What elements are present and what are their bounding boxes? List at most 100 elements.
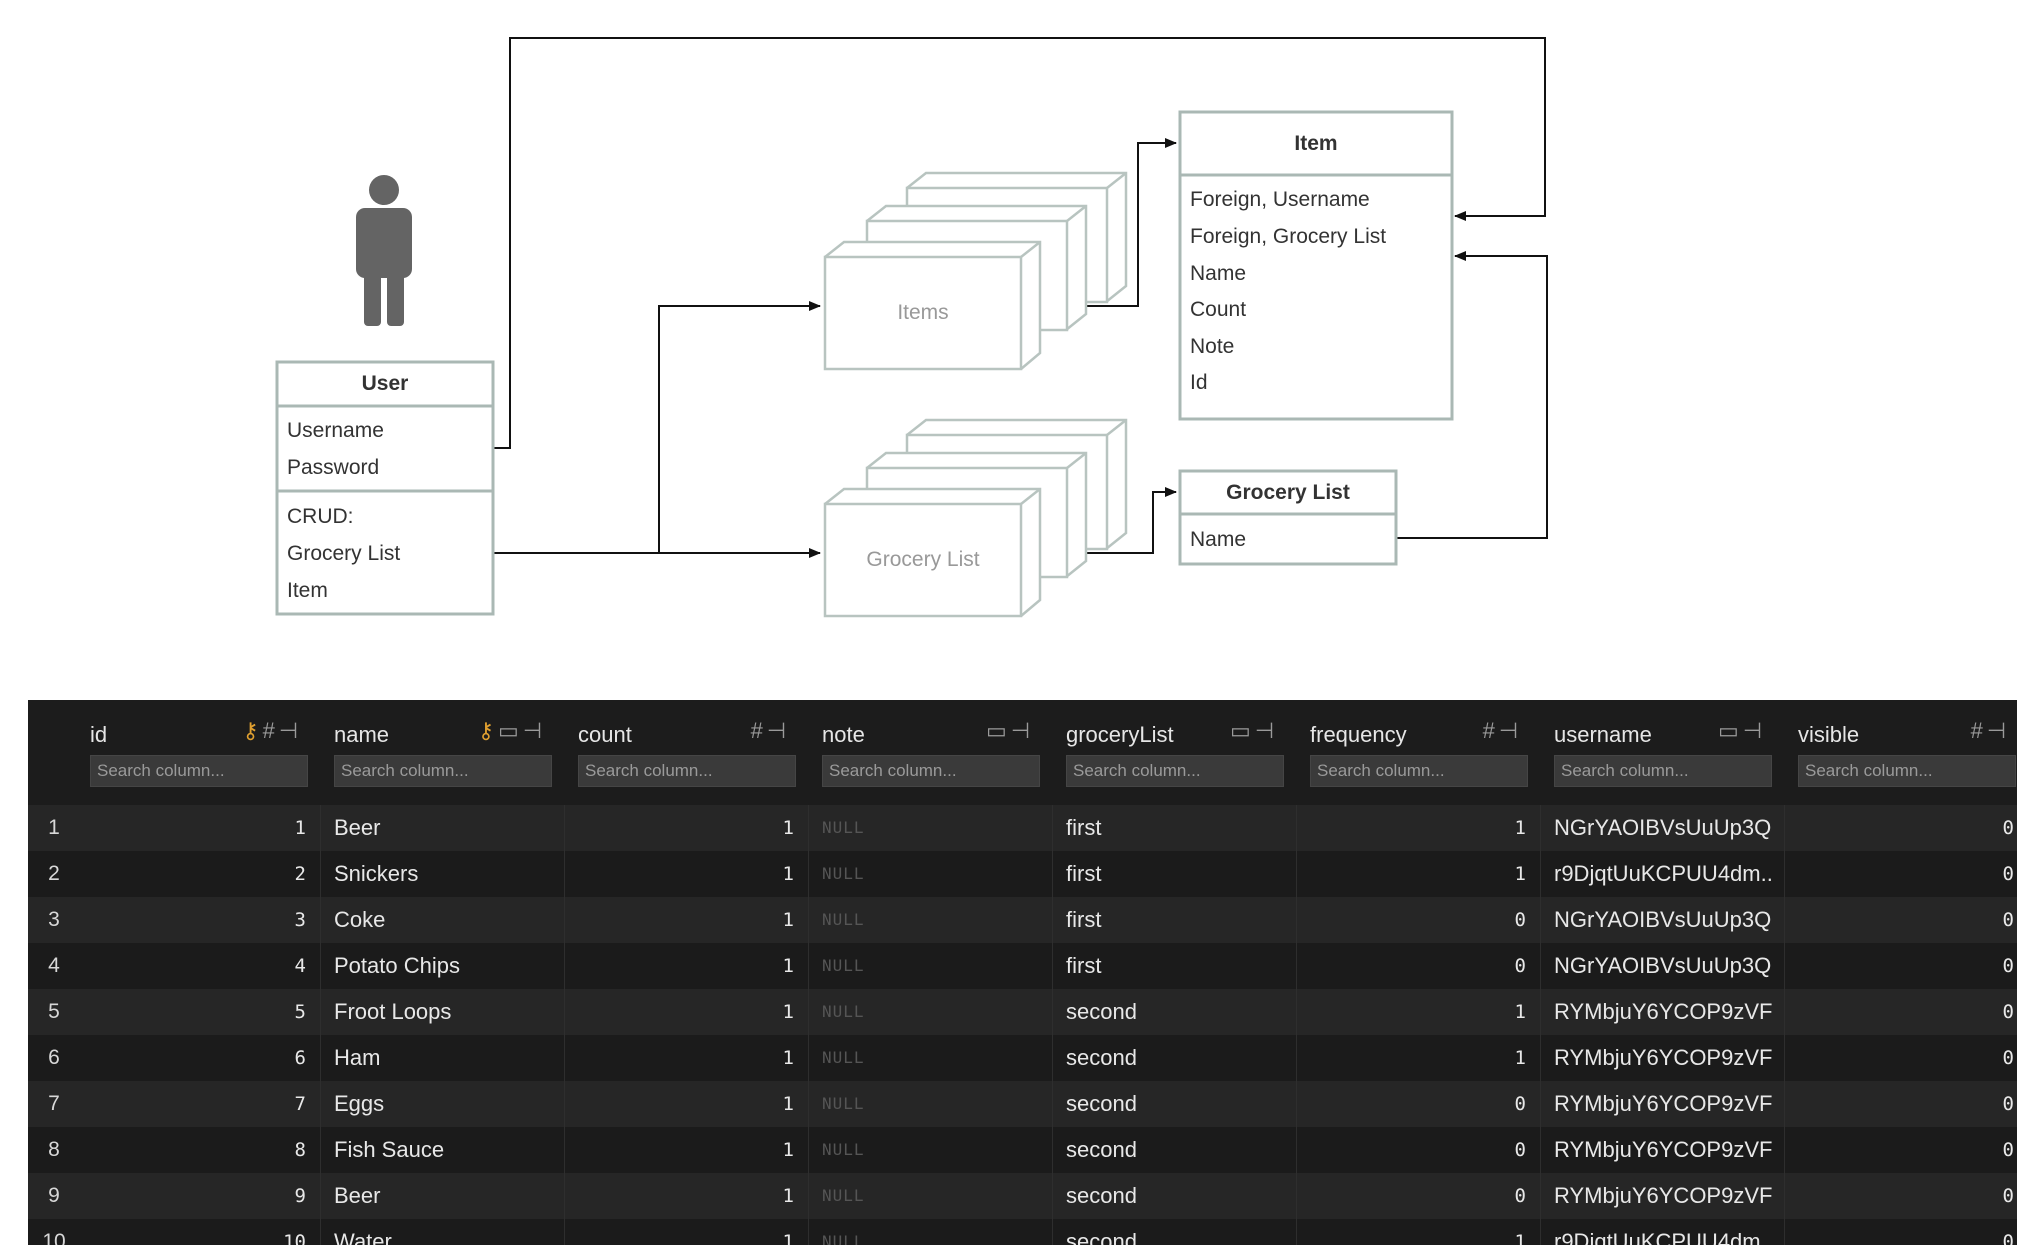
table-row[interactable]: 9 9 Beer 1 NULL second 0 RYMbjuY6YCOP9zVF... 0: [28, 1173, 2017, 1219]
column-divider[interactable]: [1296, 805, 1297, 1245]
column-header-note[interactable]: note ▭⊣: [822, 714, 1040, 750]
cell-frequency[interactable]: 1: [1310, 1219, 1526, 1245]
cell-count[interactable]: 1: [578, 851, 794, 897]
table-row[interactable]: 4 4 Potato Chips 1 NULL first 0 NGrYAOIBVsUuUp3…: [28, 943, 2017, 989]
cell-groceryList[interactable]: second: [1066, 1081, 1284, 1127]
cell-frequency[interactable]: 1: [1310, 989, 1526, 1035]
cell-name[interactable]: Eggs: [334, 1081, 552, 1127]
cell-count[interactable]: 1: [578, 1173, 794, 1219]
cell-visible[interactable]: 0: [1798, 897, 2014, 943]
cell-username[interactable]: NGrYAOIBVsUuUp3Q...: [1554, 897, 1772, 943]
search-column-input[interactable]: [822, 755, 1040, 787]
search-column-input[interactable]: [578, 755, 796, 787]
cell-frequency[interactable]: 1: [1310, 1035, 1526, 1081]
table-row[interactable]: 3 3 Coke 1 NULL first 0 NGrYAOIBVsUuUp3Q... 0: [28, 897, 2017, 943]
search-column-input[interactable]: [1798, 755, 2016, 787]
search-column-input[interactable]: [90, 755, 308, 787]
column-divider[interactable]: [320, 805, 321, 1245]
cell-visible[interactable]: 0: [1798, 1081, 2014, 1127]
pin-icon[interactable]: ⊣: [279, 718, 302, 743]
cell-username[interactable]: NGrYAOIBVsUuUp3Q...: [1554, 805, 1772, 851]
table-row[interactable]: 5 5 Froot Loops 1 NULL second 1 RYMbjuY6YCOP9zV…: [28, 989, 2017, 1035]
cell-note[interactable]: NULL: [822, 943, 1040, 989]
cell-count[interactable]: 1: [578, 1081, 794, 1127]
cell-groceryList[interactable]: second: [1066, 1035, 1284, 1081]
pin-icon[interactable]: ⊣: [1255, 718, 1278, 743]
cell-count[interactable]: 1: [578, 1127, 794, 1173]
cell-name[interactable]: Water: [334, 1219, 552, 1245]
cell-groceryList[interactable]: first: [1066, 851, 1284, 897]
cell-note[interactable]: NULL: [822, 897, 1040, 943]
cell-count[interactable]: 1: [578, 897, 794, 943]
cell-groceryList[interactable]: second: [1066, 1127, 1284, 1173]
cell-id[interactable]: 10: [90, 1219, 306, 1245]
cell-note[interactable]: NULL: [822, 805, 1040, 851]
cell-visible[interactable]: 0: [1798, 1219, 2014, 1245]
cell-username[interactable]: RYMbjuY6YCOP9zVF...: [1554, 1127, 1772, 1173]
search-column-input[interactable]: [1066, 755, 1284, 787]
cell-note[interactable]: NULL: [822, 989, 1040, 1035]
cell-name[interactable]: Fish Sauce: [334, 1127, 552, 1173]
cell-username[interactable]: RYMbjuY6YCOP9zVF...: [1554, 1081, 1772, 1127]
cell-count[interactable]: 1: [578, 989, 794, 1035]
cell-id[interactable]: 1: [90, 805, 306, 851]
cell-count[interactable]: 1: [578, 943, 794, 989]
column-header-id[interactable]: id ⚷#⊣: [90, 714, 308, 750]
cell-name[interactable]: Ham: [334, 1035, 552, 1081]
column-divider[interactable]: [1784, 805, 1785, 1245]
cell-name[interactable]: Froot Loops: [334, 989, 552, 1035]
cell-frequency[interactable]: 0: [1310, 897, 1526, 943]
cell-note[interactable]: NULL: [822, 1035, 1040, 1081]
cell-groceryList[interactable]: second: [1066, 1219, 1284, 1245]
cell-frequency[interactable]: 0: [1310, 943, 1526, 989]
table-row[interactable]: 2 2 Snickers 1 NULL first 1 r9DjqtUuKCPUU4dm...…: [28, 851, 2017, 897]
cell-id[interactable]: 5: [90, 989, 306, 1035]
cell-id[interactable]: 2: [90, 851, 306, 897]
cell-note[interactable]: NULL: [822, 1081, 1040, 1127]
cell-groceryList[interactable]: first: [1066, 805, 1284, 851]
cell-name[interactable]: Coke: [334, 897, 552, 943]
table-row[interactable]: 7 7 Eggs 1 NULL second 0 RYMbjuY6YCOP9zVF... 0: [28, 1081, 2017, 1127]
column-header-username[interactable]: username ▭⊣: [1554, 714, 1772, 750]
search-column-input[interactable]: [1554, 755, 1772, 787]
column-header-groceryList[interactable]: groceryList ▭⊣: [1066, 714, 1284, 750]
cell-name[interactable]: Potato Chips: [334, 943, 552, 989]
cell-id[interactable]: 7: [90, 1081, 306, 1127]
cell-name[interactable]: Beer: [334, 1173, 552, 1219]
column-header-count[interactable]: count #⊣: [578, 714, 796, 750]
cell-id[interactable]: 4: [90, 943, 306, 989]
cell-count[interactable]: 1: [578, 1035, 794, 1081]
cell-groceryList[interactable]: first: [1066, 943, 1284, 989]
cell-visible[interactable]: 0: [1798, 1127, 2014, 1173]
cell-id[interactable]: 8: [90, 1127, 306, 1173]
cell-visible[interactable]: 0: [1798, 943, 2014, 989]
cell-id[interactable]: 9: [90, 1173, 306, 1219]
cell-visible[interactable]: 0: [1798, 805, 2014, 851]
cell-name[interactable]: Beer: [334, 805, 552, 851]
cell-note[interactable]: NULL: [822, 1173, 1040, 1219]
cell-username[interactable]: r9DjqtUuKCPUU4dm...: [1554, 1219, 1772, 1245]
table-row[interactable]: 8 8 Fish Sauce 1 NULL second 0 RYMbjuY6YCOP9zVF…: [28, 1127, 2017, 1173]
cell-note[interactable]: NULL: [822, 851, 1040, 897]
cell-count[interactable]: 1: [578, 805, 794, 851]
table-row[interactable]: 6 6 Ham 1 NULL second 1 RYMbjuY6YCOP9zVF... 0: [28, 1035, 2017, 1081]
cell-groceryList[interactable]: first: [1066, 897, 1284, 943]
cell-frequency[interactable]: 0: [1310, 1081, 1526, 1127]
cell-username[interactable]: RYMbjuY6YCOP9zVF...: [1554, 1173, 1772, 1219]
cell-username[interactable]: NGrYAOIBVsUuUp3Q...: [1554, 943, 1772, 989]
cell-frequency[interactable]: 0: [1310, 1127, 1526, 1173]
column-header-name[interactable]: name ⚷▭⊣: [334, 714, 552, 750]
cell-visible[interactable]: 0: [1798, 1035, 2014, 1081]
cell-note[interactable]: NULL: [822, 1219, 1040, 1245]
search-column-input[interactable]: [1310, 755, 1528, 787]
cell-visible[interactable]: 0: [1798, 989, 2014, 1035]
pin-icon[interactable]: ⊣: [523, 718, 546, 743]
search-column-input[interactable]: [334, 755, 552, 787]
cell-count[interactable]: 1: [578, 1219, 794, 1245]
pin-icon[interactable]: ⊣: [1499, 718, 1522, 743]
cell-username[interactable]: RYMbjuY6YCOP9zVF...: [1554, 989, 1772, 1035]
cell-groceryList[interactable]: second: [1066, 989, 1284, 1035]
cell-id[interactable]: 3: [90, 897, 306, 943]
cell-frequency[interactable]: 0: [1310, 1173, 1526, 1219]
column-divider[interactable]: [1540, 805, 1541, 1245]
